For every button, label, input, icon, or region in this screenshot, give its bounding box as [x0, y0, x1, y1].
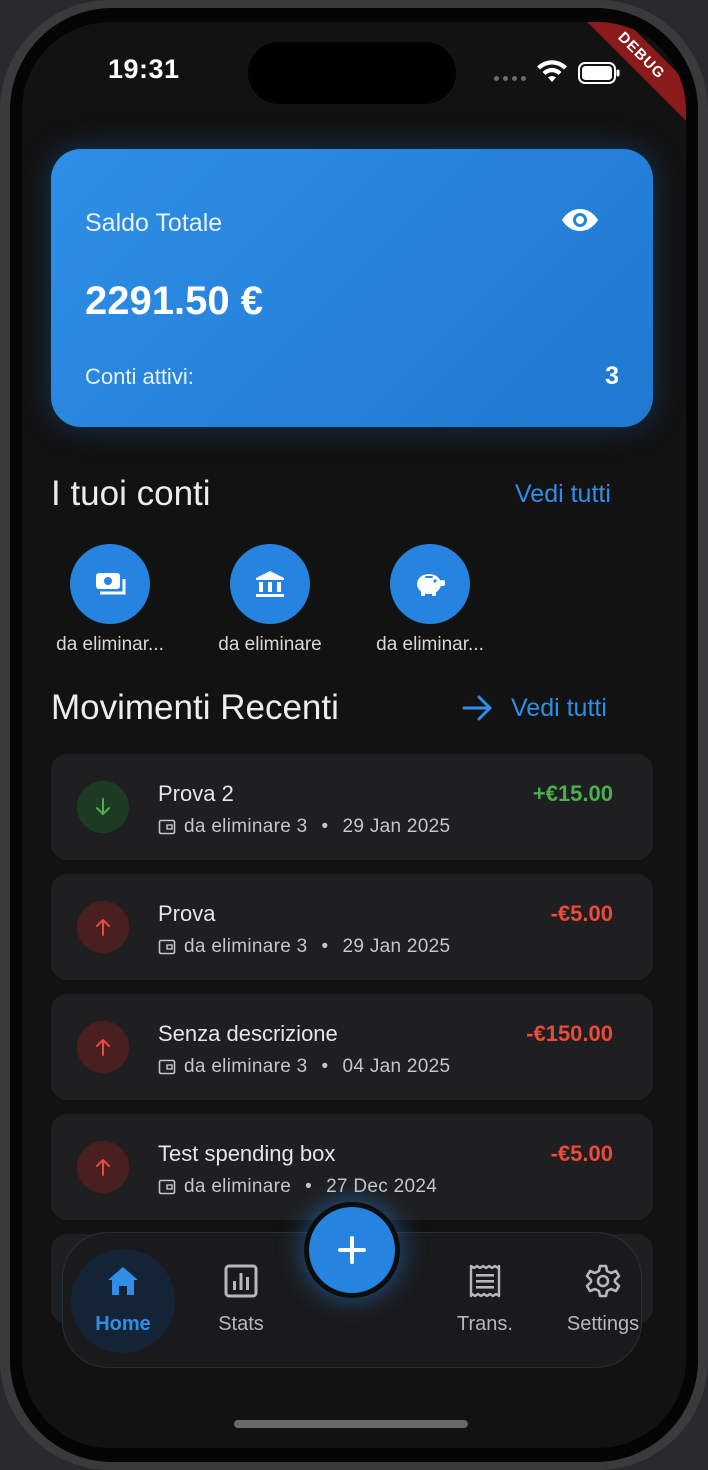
- nav-label: Home: [95, 1313, 151, 1335]
- transaction-meta: da eliminare 3 • 29 Jan 2025: [158, 936, 450, 958]
- account-item[interactable]: da eliminar...: [30, 544, 190, 656]
- transaction-account: da eliminare 3: [184, 936, 308, 957]
- eye-icon[interactable]: [561, 205, 599, 235]
- arrow-up-icon: [96, 1159, 110, 1176]
- meta-separator: •: [321, 816, 329, 837]
- active-accounts-count: 3: [605, 362, 619, 390]
- transaction-amount: -€5.00: [550, 901, 613, 926]
- transaction-row[interactable]: Prova 2 da eliminare 3 • 29 Jan 2025 +€1…: [51, 754, 653, 860]
- transaction-date: 29 Jan 2025: [342, 816, 451, 837]
- meta-separator: •: [321, 1056, 329, 1077]
- home-icon: [108, 1267, 138, 1295]
- transaction-amount: +€15.00: [532, 781, 613, 806]
- receipt-icon: [469, 1264, 501, 1298]
- expense-indicator: [77, 1141, 129, 1193]
- balance-amount: 2291.50 €: [85, 279, 263, 323]
- meta-separator: •: [321, 936, 329, 957]
- home-indicator[interactable]: [234, 1420, 468, 1428]
- wifi-icon: [537, 60, 567, 82]
- account-label: da eliminar...: [376, 634, 484, 655]
- wallet-icon: [158, 819, 176, 835]
- transaction-amount: -€150.00: [526, 1021, 613, 1046]
- transaction-title: Test spending box: [158, 1141, 336, 1166]
- account-avatar: [70, 544, 150, 624]
- nav-settings[interactable]: Settings: [551, 1233, 655, 1369]
- account-label: da eliminar...: [56, 634, 164, 655]
- cash-icon: [96, 573, 126, 595]
- add-transaction-button[interactable]: [304, 1202, 400, 1298]
- wallet-icon: [158, 1179, 176, 1195]
- balance-card[interactable]: Saldo Totale 2291.50 € Conti attivi: 3: [51, 149, 653, 427]
- arrow-right-icon[interactable]: [462, 694, 494, 722]
- battery-icon: [578, 62, 620, 84]
- transaction-date: 27 Dec 2024: [326, 1176, 438, 1197]
- nav-transactions[interactable]: Trans.: [433, 1233, 537, 1369]
- nav-label: Stats: [218, 1313, 264, 1335]
- bank-icon: [256, 571, 284, 597]
- transaction-row[interactable]: Prova da eliminare 3 • 29 Jan 2025 -€5.0…: [51, 874, 653, 980]
- balance-label: Saldo Totale: [85, 209, 223, 237]
- account-label: da eliminare: [218, 634, 322, 655]
- transaction-amount: -€5.00: [550, 1141, 613, 1166]
- nav-label: Trans.: [457, 1313, 513, 1335]
- app-screen: 19:31 DEBUG Saldo Totale 2291.50 € Conti…: [22, 22, 686, 1448]
- wallet-icon: [158, 939, 176, 955]
- accounts-section-title: I tuoi conti: [51, 474, 211, 513]
- active-accounts-label: Conti attivi:: [85, 364, 194, 389]
- transaction-meta: da eliminare 3 • 29 Jan 2025: [158, 816, 450, 838]
- piggy-bank-icon: [417, 574, 445, 596]
- account-avatar: [230, 544, 310, 624]
- transaction-meta: da eliminare 3 • 04 Jan 2025: [158, 1056, 450, 1078]
- nav-home[interactable]: Home: [71, 1233, 175, 1369]
- accounts-see-all-link[interactable]: Vedi tutti: [515, 480, 611, 509]
- account-item[interactable]: da eliminar...: [350, 544, 510, 656]
- account-item[interactable]: da eliminare: [190, 544, 350, 656]
- status-time: 19:31: [108, 54, 180, 84]
- nav-label: Settings: [566, 1313, 640, 1335]
- recent-see-all-link[interactable]: Vedi tutti: [511, 694, 607, 723]
- wallet-icon: [158, 1059, 176, 1075]
- transaction-account: da eliminare 3: [184, 816, 308, 837]
- transaction-date: 29 Jan 2025: [342, 936, 451, 957]
- transaction-meta: da eliminare • 27 Dec 2024: [158, 1176, 437, 1198]
- nav-stats[interactable]: Stats: [189, 1233, 293, 1369]
- arrow-up-icon: [96, 1039, 110, 1056]
- dynamic-island: [248, 42, 456, 104]
- plus-icon: [338, 1236, 366, 1264]
- transaction-row[interactable]: Senza descrizione da eliminare 3 • 04 Ja…: [51, 994, 653, 1100]
- transaction-title: Prova: [158, 901, 216, 926]
- arrow-up-icon: [96, 919, 110, 936]
- chart-icon: [224, 1264, 258, 1298]
- transaction-title: Senza descrizione: [158, 1021, 338, 1046]
- transaction-date: 04 Jan 2025: [342, 1056, 451, 1077]
- signal-icon: [494, 76, 526, 81]
- expense-indicator: [77, 901, 129, 953]
- expense-indicator: [77, 1021, 129, 1073]
- transaction-account: da eliminare 3: [184, 1056, 308, 1077]
- gear-icon: [585, 1264, 621, 1298]
- income-indicator: [77, 781, 129, 833]
- transaction-account: da eliminare: [184, 1176, 292, 1197]
- meta-separator: •: [305, 1176, 313, 1197]
- account-avatar: [390, 544, 470, 624]
- arrow-down-icon: [96, 798, 110, 815]
- transaction-title: Prova 2: [158, 781, 234, 806]
- recent-section-title: Movimenti Recenti: [51, 688, 339, 727]
- accounts-list: da eliminar... da eliminare da eliminar.…: [22, 544, 686, 664]
